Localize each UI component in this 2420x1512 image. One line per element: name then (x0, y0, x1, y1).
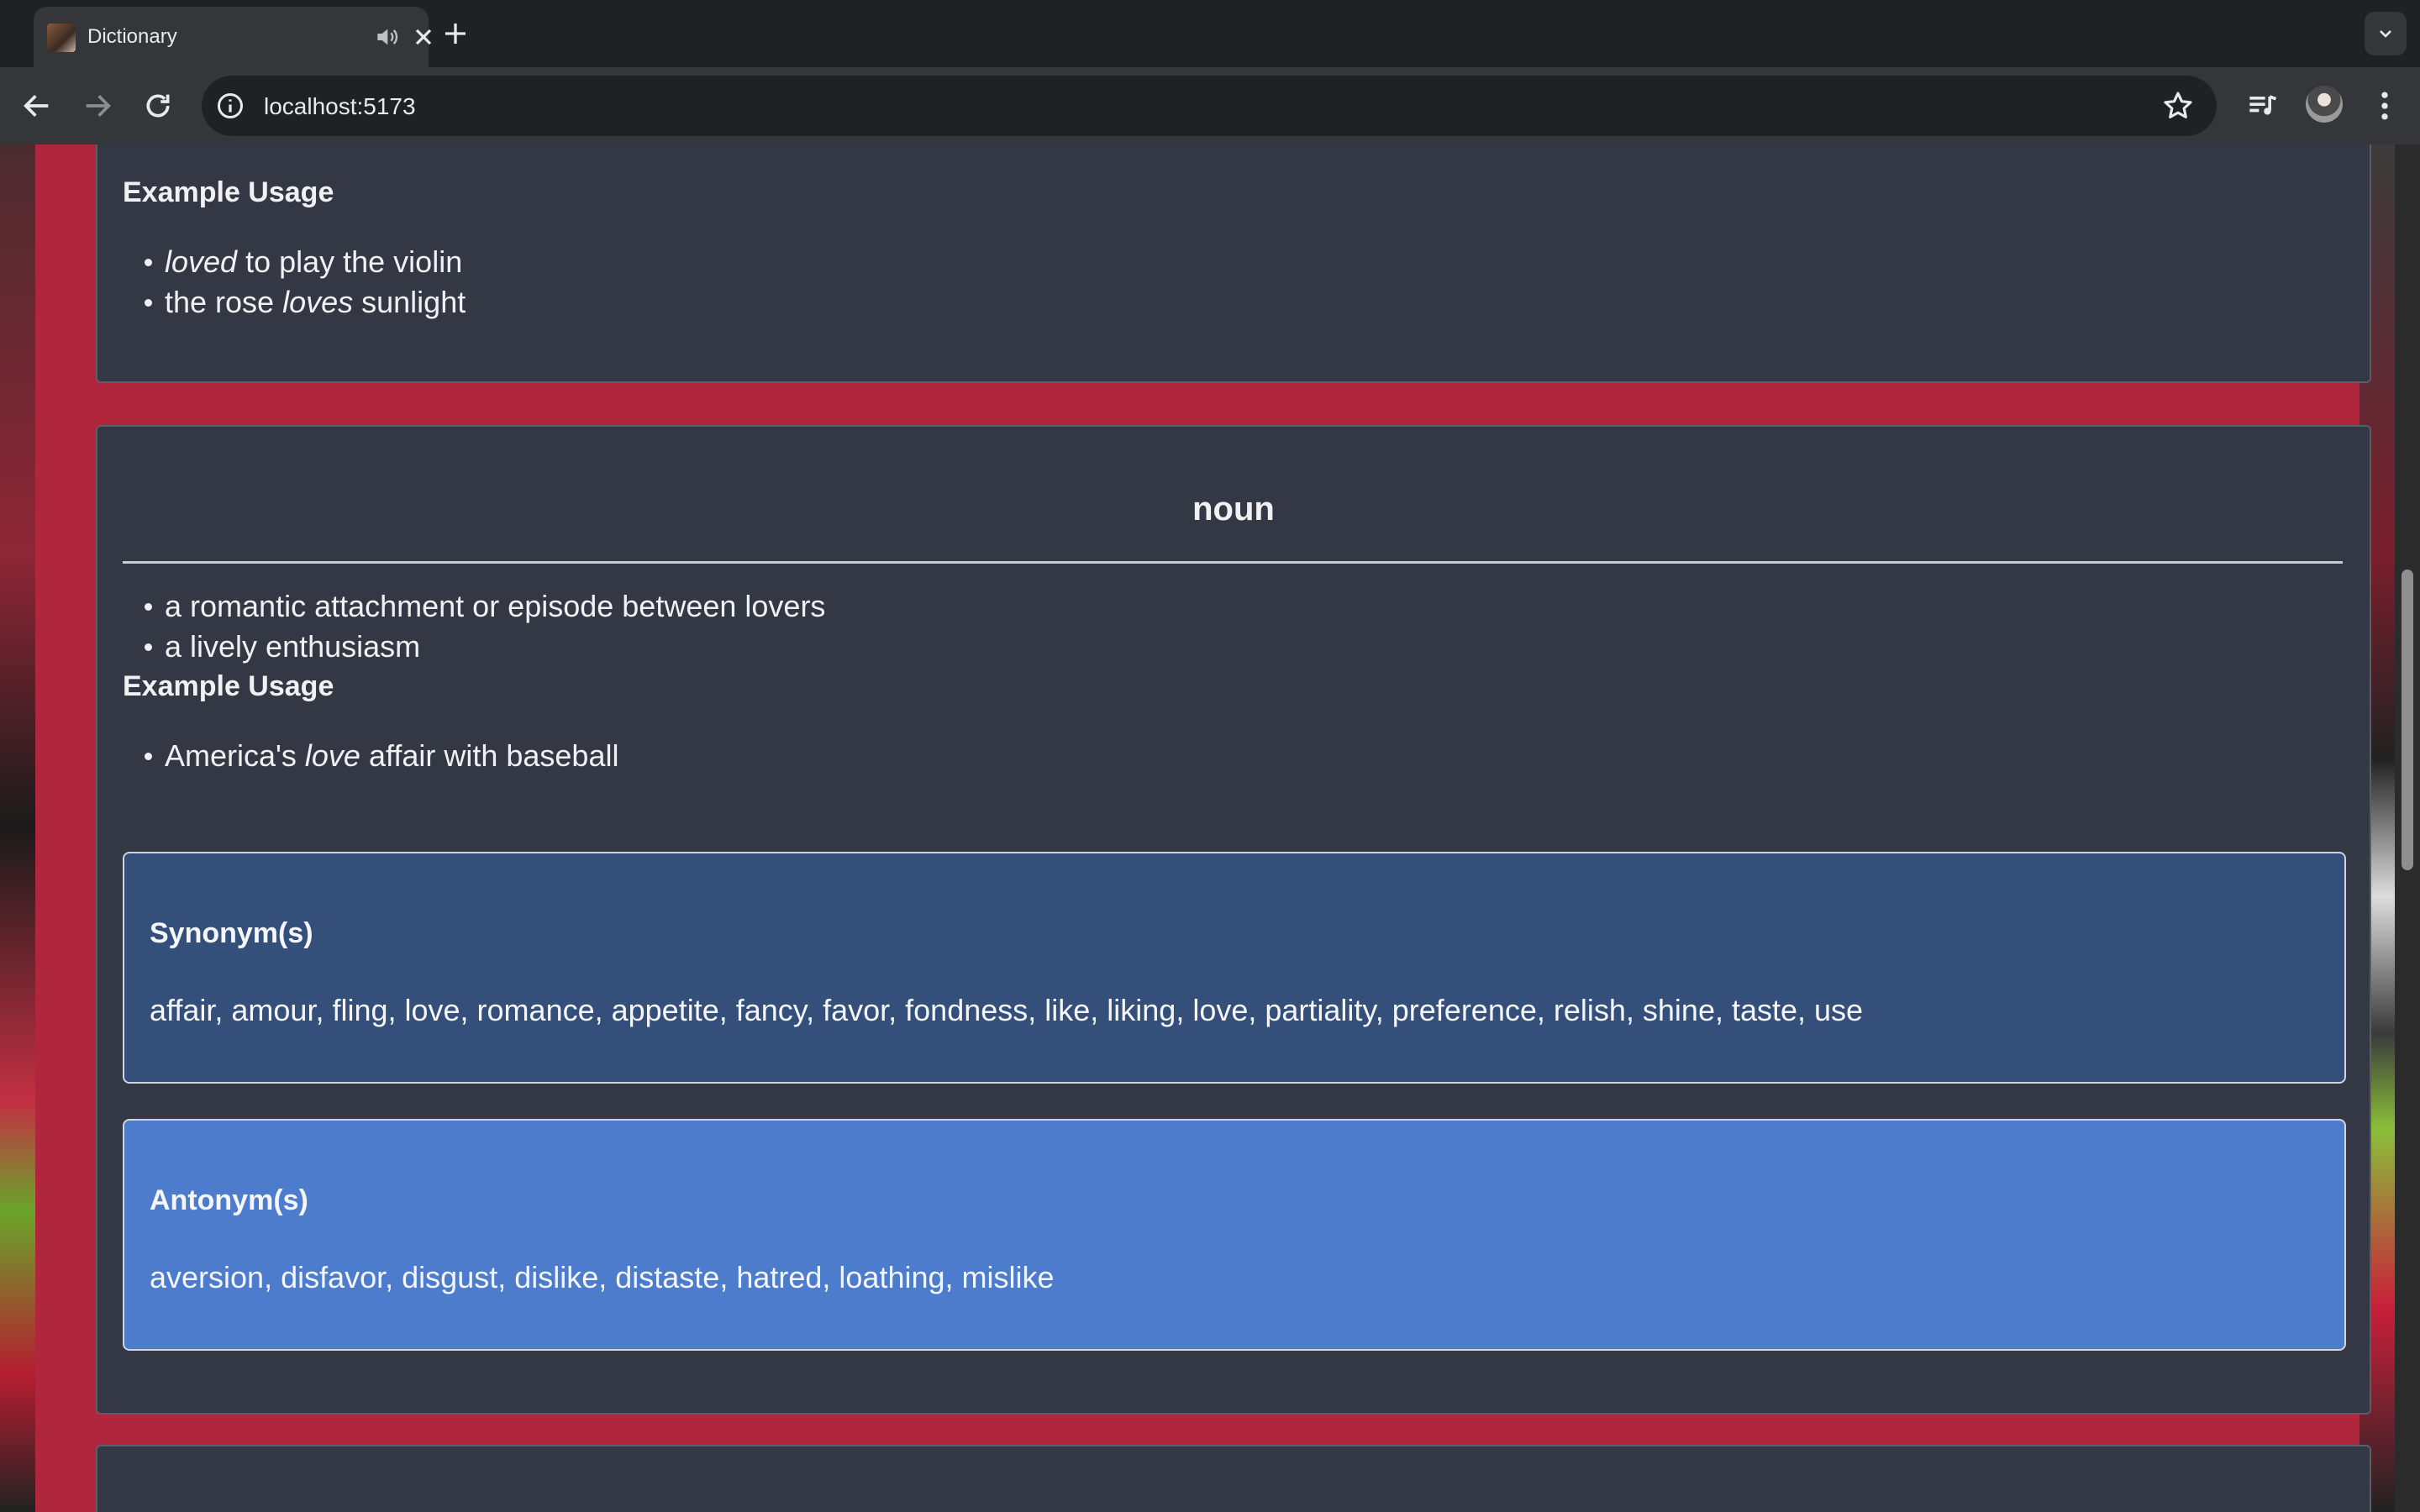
media-control-icon[interactable] (2244, 87, 2281, 124)
page-viewport: Example Usage loved to play the violin t… (0, 144, 2420, 1512)
definition-card-previous: Example Usage loved to play the violin t… (96, 144, 2371, 383)
favicon-icon (47, 24, 76, 52)
definition-card-noun: noun a romantic attachment or episode be… (96, 425, 2371, 1415)
new-tab-icon[interactable] (440, 18, 471, 49)
page-scrollbar[interactable] (2395, 144, 2420, 1512)
definition-card-next (96, 1445, 2371, 1512)
reload-icon[interactable] (141, 89, 175, 123)
url-text[interactable]: localhost:5173 (264, 93, 416, 120)
example-item: America's love affair with baseball (144, 736, 618, 776)
speaker-icon[interactable] (373, 24, 400, 50)
definition-list: a romantic attachment or episode between… (144, 586, 825, 667)
part-of-speech-title: noun (1192, 491, 1275, 528)
example-list: loved to play the violin the rose loves … (144, 242, 466, 323)
tab-strip: Dictionary (0, 0, 2420, 67)
synonyms-heading: Synonym(s) (150, 917, 313, 949)
site-info-icon[interactable] (215, 91, 245, 121)
scrollbar-thumb[interactable] (2402, 570, 2413, 870)
synonyms-list: affair, amour, fling, love, romance, app… (150, 993, 1864, 1027)
divider (123, 561, 2343, 564)
forward-icon[interactable] (81, 89, 114, 123)
antonyms-box: Antonym(s) aversion, disfavor, disgust, … (123, 1119, 2346, 1351)
example-item: loved to play the violin (144, 242, 466, 282)
example-list: America's love affair with baseball (144, 736, 618, 776)
antonyms-heading: Antonym(s) (150, 1184, 308, 1216)
profile-avatar[interactable] (2306, 86, 2343, 123)
background-image-left (0, 144, 35, 1512)
browser-toolbar: localhost:5173 (0, 67, 2420, 144)
browser-tab[interactable]: Dictionary (34, 7, 432, 67)
definition-item: a lively enthusiasm (144, 627, 825, 667)
dictionary-column: Example Usage loved to play the violin t… (35, 144, 2371, 1512)
back-icon[interactable] (20, 89, 54, 123)
example-item: the rose loves sunlight (144, 282, 466, 323)
example-usage-heading: Example Usage (123, 670, 334, 702)
definition-item: a romantic attachment or episode between… (144, 586, 825, 627)
antonyms-list: aversion, disfavor, disgust, dislike, di… (150, 1260, 1055, 1294)
synonyms-box: Synonym(s) affair, amour, fling, love, r… (123, 852, 2346, 1084)
chevron-down-icon (2380, 30, 2391, 38)
bookmark-star-icon[interactable] (2161, 89, 2195, 123)
tab-search-button[interactable] (2365, 12, 2407, 55)
address-bar[interactable]: localhost:5173 (202, 76, 2217, 136)
close-tab-icon[interactable] (410, 24, 437, 50)
example-usage-heading: Example Usage (123, 176, 334, 208)
menu-kebab-icon[interactable] (2366, 87, 2403, 124)
tab-title: Dictionary (87, 25, 177, 48)
